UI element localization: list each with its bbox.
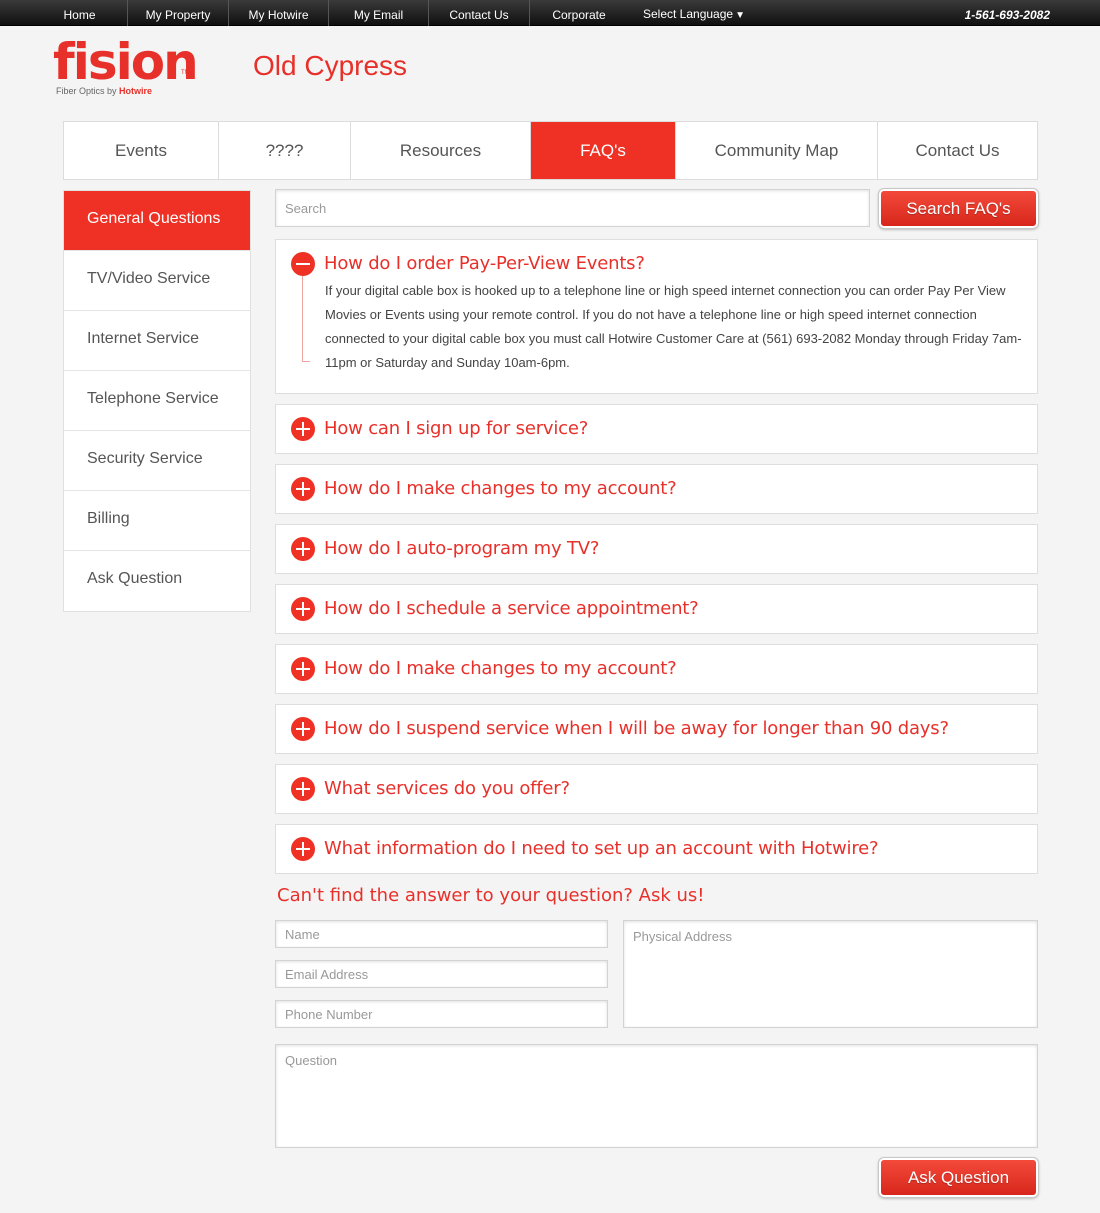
answer-connector-line <box>302 276 310 362</box>
tab-events[interactable]: Events <box>64 122 219 179</box>
faq-item[interactable]: What services do you offer? <box>275 764 1038 814</box>
collapse-minus-icon[interactable] <box>291 252 315 276</box>
top-nav-my-email[interactable]: My Email <box>329 0 429 26</box>
language-select-label: Select Language <box>643 7 734 21</box>
tab-resources[interactable]: Resources <box>351 122 531 179</box>
expand-plus-icon[interactable] <box>291 837 315 861</box>
expand-plus-icon[interactable] <box>291 717 315 741</box>
faq-item-expanded: How do I order Pay-Per-View Events? If y… <box>275 239 1038 394</box>
logo-tagline: Fiber Optics by Hotwire <box>56 86 152 96</box>
faq-question[interactable]: How do I make changes to my account? <box>324 478 677 499</box>
faq-question[interactable]: What services do you offer? <box>324 778 570 799</box>
tab-faqs[interactable]: FAQ's <box>531 122 676 179</box>
faq-item[interactable]: How do I make changes to my account? <box>275 464 1038 514</box>
sidebar-item-telephone-service[interactable]: Telephone Service <box>64 371 250 431</box>
top-nav-contact-us[interactable]: Contact Us <box>429 0 530 26</box>
top-nav: Home My Property My Hotwire My Email Con… <box>32 0 628 26</box>
logo-tagline-text: Fiber Optics by <box>56 86 117 96</box>
faq-item[interactable]: How do I make changes to my account? <box>275 644 1038 694</box>
tab-community-map[interactable]: Community Map <box>676 122 878 179</box>
ask-question-button[interactable]: Ask Question <box>878 1157 1039 1198</box>
faq-item[interactable]: How can I sign up for service? <box>275 404 1038 454</box>
faq-category-sidebar: General Questions TV/Video Service Inter… <box>63 190 251 612</box>
faq-item[interactable]: How do I auto-program my TV? <box>275 524 1038 574</box>
physical-address-field[interactable] <box>623 920 1038 1028</box>
sidebar-item-general-questions[interactable]: General Questions <box>64 191 250 251</box>
sidebar-item-tv-video-service[interactable]: TV/Video Service <box>64 251 250 311</box>
expand-plus-icon[interactable] <box>291 657 315 681</box>
expand-plus-icon[interactable] <box>291 537 315 561</box>
sidebar-item-security-service[interactable]: Security Service <box>64 431 250 491</box>
sidebar-item-billing[interactable]: Billing <box>64 491 250 551</box>
top-nav-home[interactable]: Home <box>32 0 128 26</box>
name-field[interactable] <box>275 920 608 948</box>
email-field[interactable] <box>275 960 608 988</box>
language-select[interactable]: Select Language ▼ <box>643 0 745 26</box>
faq-question[interactable]: How can I sign up for service? <box>324 418 588 439</box>
trademark-icon: TM <box>181 70 190 76</box>
top-nav-my-hotwire[interactable]: My Hotwire <box>229 0 329 26</box>
phone-number: 1-561-693-2082 <box>964 8 1050 22</box>
property-title: Old Cypress <box>253 50 408 81</box>
expand-plus-icon[interactable] <box>291 597 315 621</box>
caret-down-icon: ▼ <box>735 10 745 21</box>
ask-form-heading: Can't find the answer to your question? … <box>277 885 705 906</box>
top-nav-my-property[interactable]: My Property <box>128 0 229 26</box>
logo-tagline-brand: Hotwire <box>119 86 153 96</box>
expand-plus-icon[interactable] <box>291 477 315 501</box>
question-field[interactable] <box>275 1044 1038 1148</box>
faq-question[interactable]: How do I make changes to my account? <box>324 658 677 679</box>
top-bar: Home My Property My Hotwire My Email Con… <box>0 0 1100 26</box>
search-faqs-button[interactable]: Search FAQ's <box>878 188 1039 229</box>
faq-item[interactable]: How do I suspend service when I will be … <box>275 704 1038 754</box>
tab-unknown[interactable]: ???? <box>219 122 351 179</box>
faq-question[interactable]: How do I order Pay-Per-View Events? <box>324 253 645 274</box>
phone-field[interactable] <box>275 1000 608 1028</box>
faq-item[interactable]: What information do I need to set up an … <box>275 824 1038 874</box>
fision-logo[interactable]: fision TM Fiber Optics by Hotwire <box>53 33 199 100</box>
faq-question[interactable]: How do I schedule a service appointment? <box>324 598 699 619</box>
faq-question[interactable]: How do I suspend service when I will be … <box>324 718 949 739</box>
faq-question[interactable]: What information do I need to set up an … <box>324 838 879 859</box>
sidebar-item-internet-service[interactable]: Internet Service <box>64 311 250 371</box>
logo-wordmark: fision <box>53 33 199 91</box>
faq-question[interactable]: How do I auto-program my TV? <box>324 538 599 559</box>
faq-search-input[interactable] <box>275 189 870 227</box>
faq-answer: If your digital cable box is hooked up t… <box>325 283 1022 370</box>
expand-plus-icon[interactable] <box>291 417 315 441</box>
sidebar-item-ask-question[interactable]: Ask Question <box>64 551 250 611</box>
tab-contact-us[interactable]: Contact Us <box>878 122 1037 179</box>
faq-item[interactable]: How do I schedule a service appointment? <box>275 584 1038 634</box>
expand-plus-icon[interactable] <box>291 777 315 801</box>
main-tabs: Events ???? Resources FAQ's Community Ma… <box>63 121 1038 180</box>
top-nav-corporate[interactable]: Corporate <box>530 0 628 26</box>
